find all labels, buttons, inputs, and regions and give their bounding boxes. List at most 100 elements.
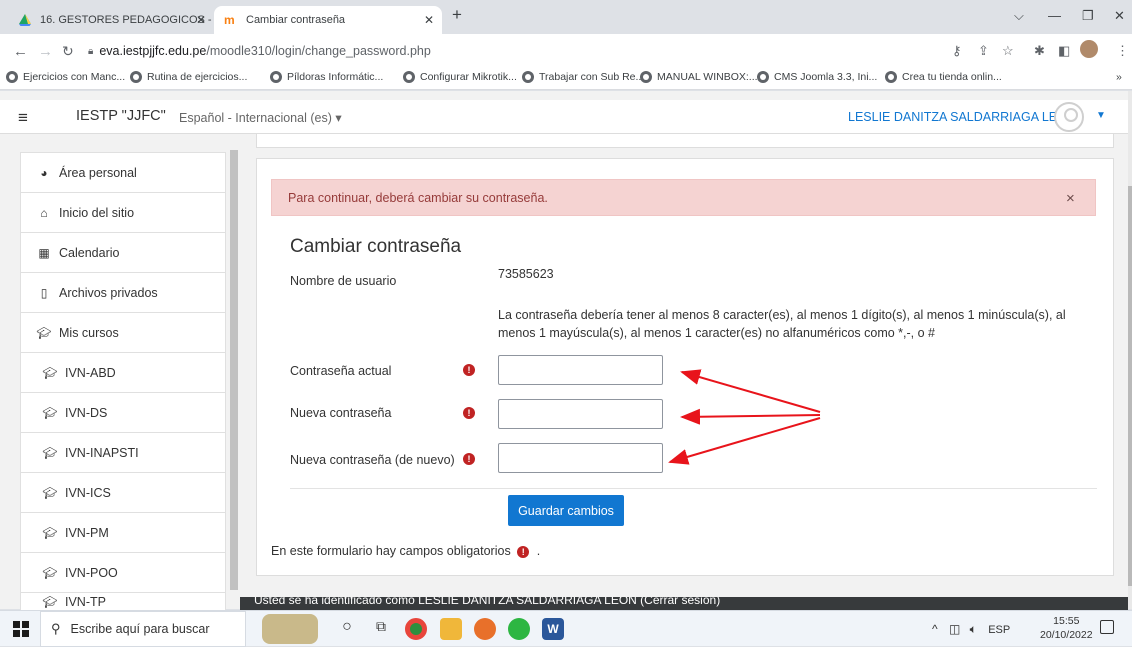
graduation-cap-icon: 🎓︎	[42, 365, 58, 380]
back-icon[interactable]: ←	[13, 43, 28, 60]
cortana-icon[interactable]: ○	[336, 618, 358, 640]
sidebar-item-calendario[interactable]: ▦ Calendario	[20, 232, 226, 273]
dashboard-icon: ◕	[40, 165, 48, 180]
volume-icon[interactable]: 🔈︎	[970, 622, 977, 636]
whatsapp-icon[interactable]	[508, 618, 530, 640]
address-bar[interactable]: 🔒︎ eva.iestpjjfc.edu.pe/moodle310/login/…	[88, 39, 948, 63]
language-selector[interactable]: Español - Internacional (es) ▾	[179, 110, 342, 125]
header-card	[256, 134, 1114, 148]
required-icon: !	[463, 407, 475, 419]
sidebar-scrollbar[interactable]	[230, 150, 238, 600]
windows-start-icon[interactable]	[13, 621, 29, 637]
globe-icon	[403, 71, 415, 83]
share-icon[interactable]: ⇪	[978, 43, 989, 59]
globe-icon	[885, 71, 897, 83]
globe-icon	[640, 71, 652, 83]
bookmark-item[interactable]: CMS Joomla 3.3, Ini...	[757, 71, 877, 83]
bookmark-item[interactable]: Trabajar con Sub Re...	[522, 71, 644, 83]
required-icon: !	[463, 364, 475, 376]
tray-chevron-icon[interactable]: ^	[932, 622, 938, 636]
scrollbar-thumb[interactable]	[230, 150, 238, 590]
search-highlight-image[interactable]	[262, 614, 318, 644]
new-tab-icon[interactable]: +	[452, 5, 462, 25]
forward-icon[interactable]: →	[38, 43, 53, 60]
graduation-cap-icon: 🎓︎	[42, 405, 58, 420]
username-label: Nombre de usuario	[290, 274, 397, 288]
notifications-icon[interactable]	[1100, 620, 1114, 634]
new-password-again-field[interactable]	[498, 443, 663, 473]
sidebar-item-course[interactable]: 🎓︎ IVN-ABD	[20, 352, 226, 393]
sidebar-item-course[interactable]: 🎓︎ IVN-ICS	[20, 472, 226, 513]
graduation-cap-icon: 🎓︎	[42, 525, 58, 540]
save-changes-button[interactable]: Guardar cambios	[508, 495, 624, 526]
browser-toolbar: ← → ↻ 🔒︎ eva.iestpjjfc.edu.pe/moodle310/…	[0, 34, 1132, 68]
extensions-icon[interactable]: ✱	[1034, 43, 1045, 59]
graduation-cap-icon: 🎓︎	[36, 325, 52, 340]
sidebar-item-inicio[interactable]: ⌂ Inicio del sitio	[20, 192, 226, 233]
bookmark-item[interactable]: MANUAL WINBOX:...	[640, 71, 758, 83]
current-password-field[interactable]	[498, 355, 663, 385]
tab-cambiar-contrasena[interactable]: m Cambiar contraseña ✕	[214, 6, 442, 34]
word-icon[interactable]: W	[542, 618, 564, 640]
scrollbar-thumb[interactable]	[1128, 186, 1132, 586]
page-title: Cambiar contraseña	[290, 236, 462, 257]
bookmark-item[interactable]: Píldoras Informátic...	[270, 71, 383, 83]
user-name[interactable]: LESLIE DANITZA SALDARRIAGA LEON	[848, 110, 1076, 124]
alert-close-icon[interactable]: ×	[1066, 190, 1075, 207]
login-info[interactable]: Usted se ha identificado como LESLIE DAN…	[254, 597, 720, 607]
sidebar-item-course[interactable]: 🎓︎ IVN-DS	[20, 392, 226, 433]
side-panel-icon[interactable]: ◧	[1058, 43, 1070, 59]
page-scrollbar[interactable]	[1128, 91, 1132, 609]
tab-gestores[interactable]: 16. GESTORES PEDAGOGICOS - C ✕	[8, 6, 214, 34]
arrow-to-new-password	[680, 408, 821, 425]
bookmark-item[interactable]: Configurar Mikrotik...	[403, 71, 517, 83]
browser-tab-strip: 16. GESTORES PEDAGOGICOS - C ✕ m Cambiar…	[0, 0, 1132, 34]
firefox-icon[interactable]	[474, 618, 496, 640]
globe-icon	[6, 71, 18, 83]
file-explorer-icon[interactable]	[440, 618, 462, 640]
close-window-icon[interactable]: ✕	[1114, 8, 1125, 24]
arrow-to-current-password	[680, 369, 821, 413]
key-icon[interactable]: ⚷	[952, 43, 962, 59]
avatar[interactable]	[1054, 102, 1084, 132]
tab-close-icon[interactable]: ✕	[424, 13, 434, 27]
tab-search-chevron-icon[interactable]: ⌵	[1014, 8, 1024, 24]
sidebar-item-mis-cursos[interactable]: 🎓︎ Mis cursos	[20, 312, 226, 353]
sidebar-item-archivos[interactable]: ▯ Archivos privados	[20, 272, 226, 313]
sidebar-item-course[interactable]: 🎓︎ IVN-POO	[20, 552, 226, 593]
bookmark-star-icon[interactable]: ☆	[1002, 43, 1014, 59]
new-password-label: Nueva contraseña	[290, 406, 392, 420]
moodle-icon: m	[224, 13, 235, 27]
bookmark-item[interactable]: Crea tu tienda onlin...	[885, 71, 1002, 83]
restore-icon[interactable]: ❐	[1082, 8, 1094, 24]
alert-message: Para continuar, deberá cambiar su contra…	[288, 191, 548, 205]
menu-hamburger-icon[interactable]: ≡	[18, 108, 28, 128]
required-fields-note: En este formulario hay campos obligatori…	[271, 544, 541, 558]
reload-icon[interactable]: ↻	[62, 43, 74, 60]
menu-kebab-icon[interactable]: ⋮	[1116, 43, 1129, 59]
chrome-icon[interactable]	[405, 618, 427, 640]
taskbar-search[interactable]: ⚲ Escribe aquí para buscar	[40, 611, 246, 647]
input-language[interactable]: ESP	[988, 624, 1010, 636]
bookmark-item[interactable]: Ejercicios con Manc...	[6, 71, 125, 83]
bookmarks-overflow-icon[interactable]: »	[1116, 71, 1122, 83]
site-name[interactable]: IESTP "JJFC"	[76, 108, 166, 124]
minimize-icon[interactable]: —	[1048, 8, 1061, 23]
bookmark-item[interactable]: Rutina de ejercicios...	[130, 71, 247, 83]
system-tray: ^ ◫ 🔈︎ ESP	[932, 622, 1010, 637]
new-password-field[interactable]	[498, 399, 663, 429]
sidebar-item-area-personal[interactable]: ◕ Área personal	[20, 152, 226, 193]
sidebar-item-course[interactable]: 🎓︎ IVN-INAPSTI	[20, 432, 226, 473]
graduation-cap-icon: 🎓︎	[42, 595, 58, 609]
network-icon[interactable]: ◫	[949, 622, 960, 636]
bookmarks-bar: Ejercicios con Manc... Rutina de ejercic…	[0, 68, 1132, 90]
user-menu-caret-icon[interactable]: ▼	[1096, 110, 1106, 121]
task-view-icon[interactable]: ⧉	[370, 618, 392, 640]
graduation-cap-icon: 🎓︎	[42, 565, 58, 580]
sidebar-item-course[interactable]: 🎓︎ IVN-PM	[20, 512, 226, 553]
current-password-label: Contraseña actual	[290, 364, 392, 378]
tab-close-icon[interactable]: ✕	[196, 13, 206, 27]
sidebar-item-course[interactable]: 🎓︎ IVN-TP	[20, 592, 226, 612]
clock[interactable]: 15:55 20/10/2022	[1040, 614, 1093, 642]
profile-avatar-icon[interactable]	[1080, 40, 1098, 58]
